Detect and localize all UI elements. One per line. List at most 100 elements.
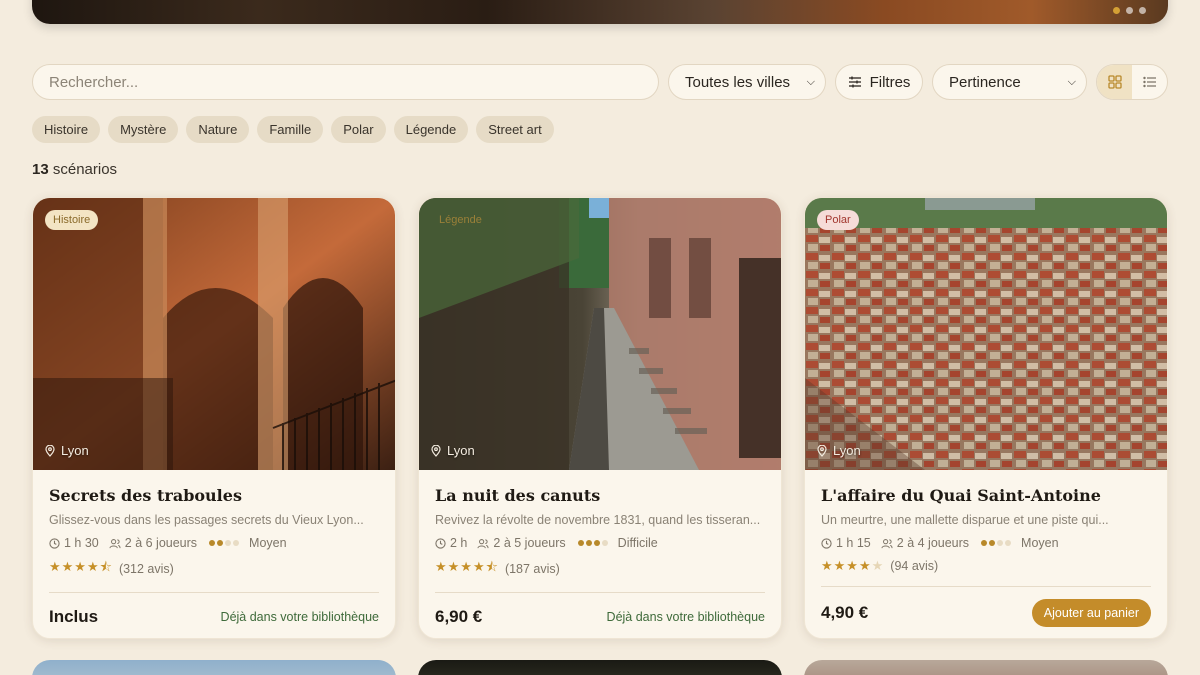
- price: 6,90 €: [435, 607, 483, 626]
- tag-histoire[interactable]: Histoire: [32, 116, 101, 143]
- divider: [49, 592, 379, 593]
- tag-polar[interactable]: Polar: [331, 116, 386, 143]
- chevron-down-icon: ⌵: [1067, 75, 1076, 88]
- tag-mystere[interactable]: Mystère: [108, 116, 179, 143]
- users-icon: [881, 538, 893, 548]
- difficulty-label: Moyen: [249, 536, 287, 550]
- results-count-number: 13: [32, 161, 49, 178]
- scenario-image: Polar Lyon: [805, 198, 1167, 470]
- scenario-card[interactable]: Polar Lyon L'affaire du Quai Saint-Antoi…: [804, 197, 1168, 639]
- tag-legende[interactable]: Légende: [393, 116, 469, 143]
- reviews-count: (312 avis): [118, 562, 174, 576]
- in-library-link[interactable]: Déjà dans votre bibliothèque: [607, 610, 765, 624]
- filters-button-label: Filtres: [869, 73, 911, 91]
- chevron-down-icon: ⌵: [806, 75, 815, 88]
- results-count: 13 scénarios: [32, 161, 117, 178]
- carousel-dot-3[interactable]: [1139, 7, 1146, 14]
- grid-icon: [1107, 75, 1122, 89]
- category-tags: Histoire Mystère Nature Famille Polar Lé…: [32, 116, 554, 143]
- scenario-description: Revivez la révolte de novembre 1831, qua…: [435, 513, 761, 527]
- difficulty-label: Moyen: [1021, 536, 1059, 550]
- duration-label: 2 h: [450, 536, 468, 550]
- location-label: Lyon: [447, 443, 475, 458]
- location-label: Lyon: [61, 443, 89, 458]
- duration: 1 h 15: [821, 536, 871, 550]
- category-badge: Légende: [439, 214, 482, 226]
- divider: [435, 592, 765, 593]
- price: 4,90 €: [821, 603, 869, 622]
- list-icon: [1142, 76, 1156, 88]
- search-toolbar: Toutes les villes ⌵ Filtres Pertinence ⌵: [32, 64, 1168, 100]
- city-select-value: Toutes les villes: [685, 73, 791, 91]
- users-icon: [109, 538, 121, 548]
- carousel-dots: [1113, 7, 1146, 14]
- scenario-card[interactable]: Légende Lyon La nuit des canuts Revivez …: [418, 197, 782, 639]
- scenario-image: Légende Lyon: [419, 198, 781, 470]
- carousel-dot-1[interactable]: [1113, 7, 1120, 14]
- scenario-card[interactable]: Histoire Lyon Secrets des traboules Glis…: [32, 197, 396, 639]
- scenario-description: Glissez-vous dans les passages secrets d…: [49, 513, 364, 527]
- players: 2 à 5 joueurs: [477, 536, 566, 550]
- list-view-button[interactable]: [1132, 65, 1167, 99]
- city-select[interactable]: Toutes les villes ⌵: [668, 64, 826, 100]
- scenario-card-partial[interactable]: [32, 660, 396, 675]
- scenario-description: Un meurtre, une mallette disparue et une…: [821, 513, 1109, 527]
- location: Lyon: [431, 443, 475, 458]
- players-label: 2 à 5 joueurs: [493, 536, 566, 550]
- map-pin-icon: [817, 444, 827, 457]
- rating: ★★★★⯪ (187 avis): [435, 558, 765, 580]
- scenario-title: L'affaire du Quai Saint-Antoine: [821, 486, 1101, 505]
- sliders-icon: [848, 76, 861, 88]
- search-input[interactable]: [32, 64, 659, 100]
- sort-select-value: Pertinence: [949, 73, 1021, 91]
- map-pin-icon: [431, 444, 441, 457]
- scenario-card-partial[interactable]: [804, 660, 1168, 675]
- price: Inclus: [49, 607, 99, 626]
- duration-label: 1 h 30: [64, 536, 99, 550]
- category-badge: Polar: [817, 210, 859, 230]
- category-badge: Histoire: [45, 210, 99, 230]
- grid-view-button[interactable]: [1097, 65, 1132, 99]
- tag-famille[interactable]: Famille: [257, 116, 324, 143]
- players: 2 à 4 joueurs: [881, 536, 969, 550]
- reviews-count: (187 avis): [504, 562, 560, 576]
- location: Lyon: [817, 443, 861, 458]
- scenario-meta: 1 h 30 2 à 6 joueurs Moyen: [49, 536, 379, 550]
- scenario-title: Secrets des traboules: [49, 486, 242, 505]
- players-label: 2 à 4 joueurs: [896, 536, 970, 550]
- location-label: Lyon: [833, 443, 861, 458]
- scenario-card-partial[interactable]: [418, 660, 782, 675]
- difficulty-label: Difficile: [617, 536, 658, 550]
- star-rating: ★★★★⯪: [435, 559, 499, 574]
- scenario-image: Histoire Lyon: [33, 198, 395, 470]
- players-label: 2 à 6 joueurs: [124, 536, 198, 550]
- hero-carousel[interactable]: [32, 0, 1168, 24]
- filters-button[interactable]: Filtres: [835, 64, 923, 100]
- tag-street-art[interactable]: Street art: [476, 116, 554, 143]
- duration: 2 h: [435, 536, 467, 550]
- clock-icon: [821, 537, 832, 549]
- view-toggle: [1096, 64, 1168, 100]
- clock-icon: [435, 537, 446, 549]
- star-rating: ★★★★★: [821, 558, 885, 573]
- rating: ★★★★★ (94 avis): [821, 558, 1151, 574]
- duration: 1 h 30: [49, 536, 99, 550]
- duration-label: 1 h 15: [836, 536, 871, 550]
- difficulty-dots: [577, 540, 608, 546]
- add-to-cart-button[interactable]: Ajouter au panier: [1031, 599, 1151, 627]
- sort-select[interactable]: Pertinence ⌵: [932, 64, 1087, 100]
- difficulty-dots: [209, 540, 240, 546]
- scenario-title: La nuit des canuts: [435, 486, 601, 505]
- reviews-count: (94 avis): [890, 559, 939, 573]
- rating: ★★★★⯪ (312 avis): [49, 558, 379, 580]
- in-library-link[interactable]: Déjà dans votre bibliothèque: [221, 610, 379, 624]
- tag-nature[interactable]: Nature: [186, 116, 250, 143]
- difficulty-dots: [981, 540, 1012, 546]
- star-rating: ★★★★⯪: [49, 559, 113, 574]
- carousel-dot-2[interactable]: [1126, 7, 1133, 14]
- players: 2 à 6 joueurs: [109, 536, 197, 550]
- location: Lyon: [45, 443, 89, 458]
- map-pin-icon: [45, 444, 55, 457]
- clock-icon: [49, 537, 60, 549]
- scenario-meta: 1 h 15 2 à 4 joueurs Moyen: [821, 536, 1151, 550]
